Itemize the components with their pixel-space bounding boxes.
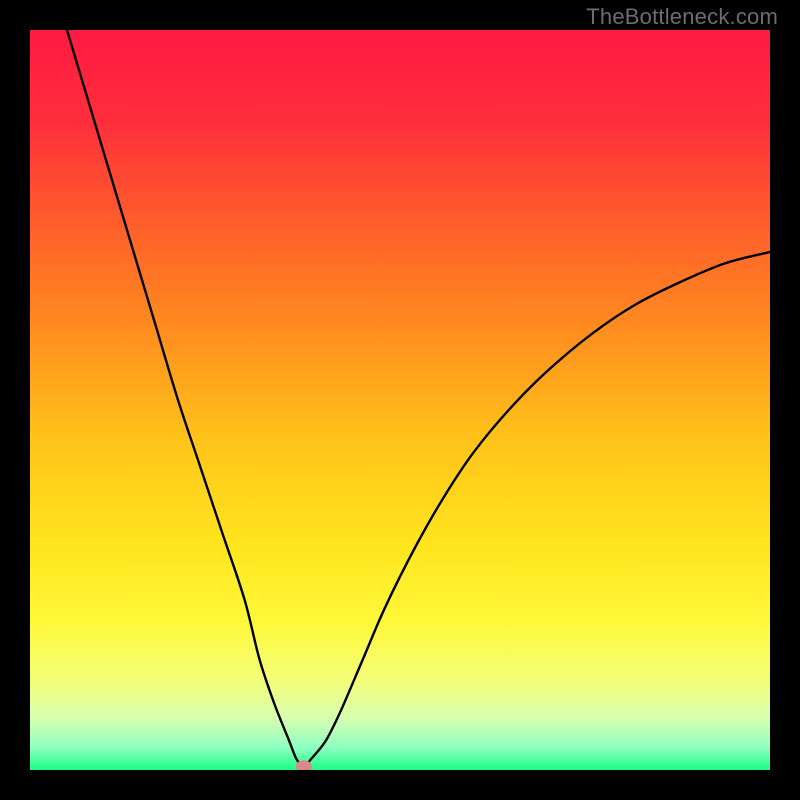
gradient-background	[30, 30, 770, 770]
plot-area	[30, 30, 770, 770]
watermark-text: TheBottleneck.com	[586, 4, 778, 30]
outer-frame: TheBottleneck.com	[0, 0, 800, 800]
bottleneck-chart	[30, 30, 770, 770]
